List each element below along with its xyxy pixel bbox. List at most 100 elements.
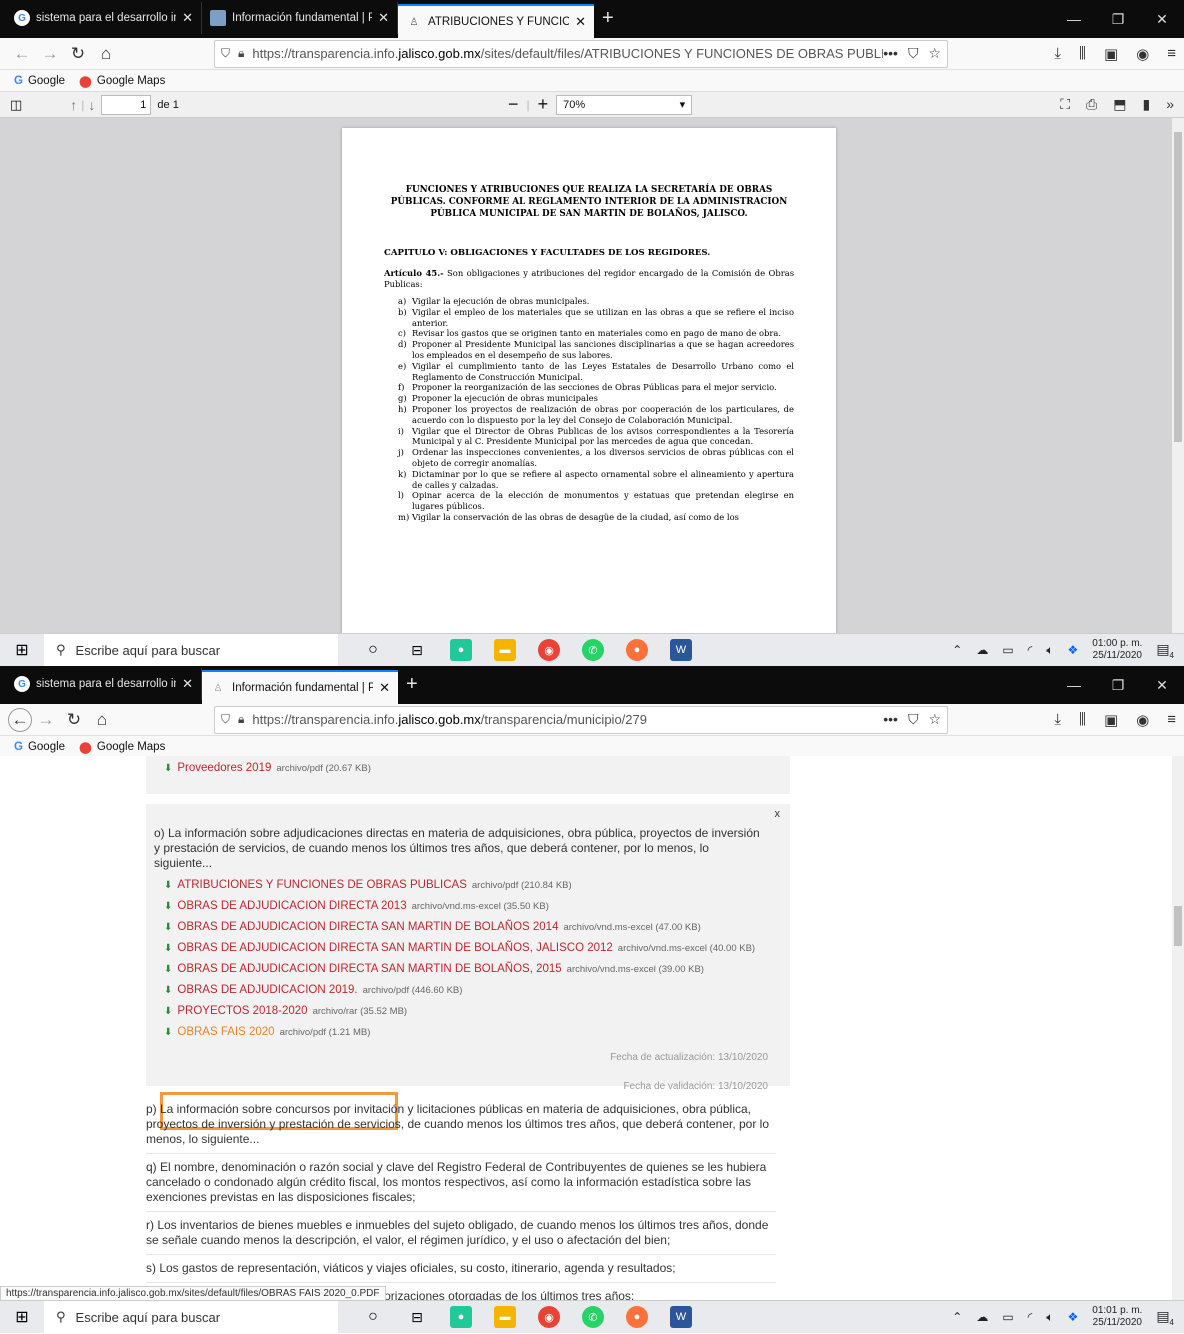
- sidebar-icon[interactable]: ▣: [1104, 711, 1118, 729]
- volume-icon[interactable]: 🔈︎: [1046, 643, 1053, 658]
- notifications-icon[interactable]: ▤4: [1156, 641, 1174, 660]
- presentation-icon[interactable]: ⛶: [1060, 96, 1070, 113]
- url-bar[interactable]: ⛉ 🔒︎ https://transparencia.info. jalisco.…: [214, 39, 948, 68]
- file-item[interactable]: ⬇ OBRAS FAIS 2020 archivo/pdf (1.21 MB): [164, 1026, 768, 1038]
- zoom-out-button[interactable]: −: [508, 94, 519, 115]
- page-scrollbar[interactable]: [1172, 756, 1184, 1300]
- volume-icon[interactable]: 🔈︎: [1046, 1310, 1053, 1325]
- forward-icon[interactable]: →: [36, 40, 64, 68]
- maximize-icon[interactable]: ❐: [1096, 0, 1140, 38]
- download-icon[interactable]: ⤓: [1054, 711, 1061, 729]
- bookmark-google-maps[interactable]: ⬤ Google Maps: [79, 74, 165, 88]
- file-link[interactable]: OBRAS DE ADJUDICACION DIRECTA SAN MARTIN…: [177, 963, 561, 975]
- section-item[interactable]: r) Los inventarios de bienes muebles e i…: [146, 1212, 776, 1255]
- chrome-icon[interactable]: ◉: [538, 639, 560, 661]
- scrollbar-thumb[interactable]: [1174, 132, 1182, 442]
- print-icon[interactable]: ⎙: [1086, 96, 1097, 113]
- section-item[interactable]: q) El nombre, denominación o razón socia…: [146, 1154, 776, 1212]
- menu-icon[interactable]: ≡: [1167, 711, 1176, 729]
- bookmark-google[interactable]: G Google: [14, 741, 65, 753]
- chat-app-icon[interactable]: ●: [450, 1306, 472, 1328]
- zoom-select[interactable]: 70%: [556, 94, 693, 115]
- file-link[interactable]: Proveedores 2019: [177, 762, 271, 774]
- pocket-icon[interactable]: ⛉: [908, 45, 919, 62]
- firefox-icon[interactable]: ●: [626, 1306, 648, 1328]
- file-link[interactable]: PROYECTOS 2018-2020: [177, 1005, 307, 1017]
- library-icon[interactable]: ⫼: [1079, 45, 1086, 63]
- home-icon[interactable]: ⌂: [92, 40, 120, 68]
- chevron-up-icon[interactable]: ⌃: [952, 643, 962, 657]
- close-window-icon[interactable]: ✕: [1140, 0, 1184, 38]
- cortana-icon[interactable]: ○: [362, 1306, 384, 1328]
- section-item[interactable]: p) La información sobre concursos por in…: [146, 1096, 776, 1154]
- star-icon[interactable]: ☆: [928, 45, 941, 62]
- account-icon[interactable]: ◉: [1136, 45, 1149, 63]
- clock[interactable]: 01:01 p. m. 25/11/2020: [1092, 1305, 1142, 1329]
- close-x-button[interactable]: x: [775, 808, 781, 820]
- home-icon[interactable]: ⌂: [88, 706, 116, 734]
- close-icon[interactable]: ✕: [182, 10, 193, 26]
- page-number-input[interactable]: 1: [101, 94, 152, 115]
- whatsapp-icon[interactable]: ✆: [582, 639, 604, 661]
- cloud-icon[interactable]: ☁: [976, 643, 988, 657]
- file-explorer-icon[interactable]: ▬: [494, 1306, 516, 1328]
- word-icon[interactable]: W: [670, 639, 692, 661]
- tab-sistema[interactable]: G sistema para el desarrollo integ ✕: [6, 668, 202, 700]
- sidebar-toggle-icon[interactable]: ◫: [10, 97, 22, 113]
- file-link[interactable]: OBRAS DE ADJUDICACION DIRECTA 2013: [177, 900, 406, 912]
- new-tab-button[interactable]: +: [406, 673, 418, 696]
- close-window-icon[interactable]: ✕: [1140, 666, 1184, 704]
- battery-icon[interactable]: ▭: [1002, 1310, 1013, 1324]
- whatsapp-icon[interactable]: ✆: [582, 1306, 604, 1328]
- tab-atribuciones[interactable]: ♙ ATRIBUCIONES Y FUNCIONES D ✕: [398, 4, 594, 38]
- file-explorer-icon[interactable]: ▬: [494, 639, 516, 661]
- dropbox-icon[interactable]: ❖: [1068, 1310, 1079, 1324]
- task-view-icon[interactable]: ⊟: [406, 639, 428, 661]
- file-link[interactable]: ATRIBUCIONES Y FUNCIONES DE OBRAS PUBLIC…: [177, 879, 466, 891]
- chrome-icon[interactable]: ◉: [538, 1306, 560, 1328]
- dropbox-icon[interactable]: ❖: [1068, 643, 1079, 657]
- save-icon[interactable]: ⬒: [1113, 96, 1126, 113]
- zoom-in-button[interactable]: +: [538, 94, 549, 115]
- file-item[interactable]: ⬇ OBRAS DE ADJUDICACION DIRECTA SAN MARTI…: [164, 963, 768, 975]
- menu-icon[interactable]: ≡: [1167, 45, 1176, 63]
- more-icon[interactable]: •••: [883, 45, 898, 62]
- back-icon[interactable]: ←: [8, 707, 32, 732]
- close-icon[interactable]: ✕: [379, 680, 390, 696]
- close-icon[interactable]: ✕: [378, 10, 389, 26]
- file-link[interactable]: OBRAS DE ADJUDICACION 2019.: [177, 984, 357, 996]
- task-view-icon[interactable]: ⊟: [406, 1306, 428, 1328]
- next-page-icon[interactable]: ↓: [88, 97, 95, 113]
- sidebar-icon[interactable]: ▣: [1104, 45, 1118, 63]
- more-icon[interactable]: •••: [883, 711, 898, 728]
- word-icon[interactable]: W: [670, 1306, 692, 1328]
- tab-informacion[interactable]: Información fundamental | Por ✕: [202, 2, 398, 34]
- tab-sistema[interactable]: G sistema para el desarrollo integ ✕: [6, 2, 202, 34]
- file-item[interactable]: ⬇ OBRAS DE ADJUDICACION DIRECTA SAN MARTI…: [164, 942, 768, 954]
- file-item[interactable]: ⬇ ATRIBUCIONES Y FUNCIONES DE OBRAS PUBLI…: [164, 879, 768, 891]
- file-link[interactable]: OBRAS FAIS 2020: [177, 1026, 274, 1038]
- star-icon[interactable]: ☆: [928, 711, 941, 728]
- pocket-icon[interactable]: ⛉: [908, 711, 919, 728]
- maximize-icon[interactable]: ❐: [1096, 666, 1140, 704]
- close-icon[interactable]: ✕: [182, 676, 193, 692]
- bookmark-google[interactable]: G Google: [14, 75, 65, 87]
- prev-page-icon[interactable]: ↑: [70, 97, 77, 113]
- url-bar[interactable]: ⛉ 🔒︎ https://transparencia.info. jalisco.…: [214, 705, 948, 734]
- forward-icon[interactable]: →: [32, 706, 60, 734]
- firefox-icon[interactable]: ●: [626, 639, 648, 661]
- file-item[interactable]: ⬇ Proveedores 2019 archivo/pdf (20.67 KB…: [164, 762, 772, 774]
- bookmark-icon[interactable]: ▮: [1142, 96, 1150, 113]
- library-icon[interactable]: ⫼: [1079, 711, 1086, 729]
- taskbar-search[interactable]: ⚲ Escribe aquí para buscar: [44, 1300, 338, 1334]
- file-item[interactable]: ⬇ OBRAS DE ADJUDICACION DIRECTA SAN MARTI…: [164, 921, 768, 933]
- reload-icon[interactable]: ↻: [60, 706, 88, 734]
- cloud-icon[interactable]: ☁: [976, 1310, 988, 1324]
- bookmark-google-maps[interactable]: ⬤ Google Maps: [79, 740, 165, 754]
- file-item[interactable]: ⬇ PROYECTOS 2018-2020 archivo/rar (35.52 M…: [164, 1005, 768, 1017]
- minimize-icon[interactable]: —: [1052, 666, 1096, 704]
- more-tools-icon[interactable]: »: [1166, 96, 1174, 113]
- cortana-icon[interactable]: ○: [362, 639, 384, 661]
- file-link[interactable]: OBRAS DE ADJUDICACION DIRECTA SAN MARTIN…: [177, 921, 558, 933]
- wifi-icon[interactable]: ◜: [1028, 643, 1033, 657]
